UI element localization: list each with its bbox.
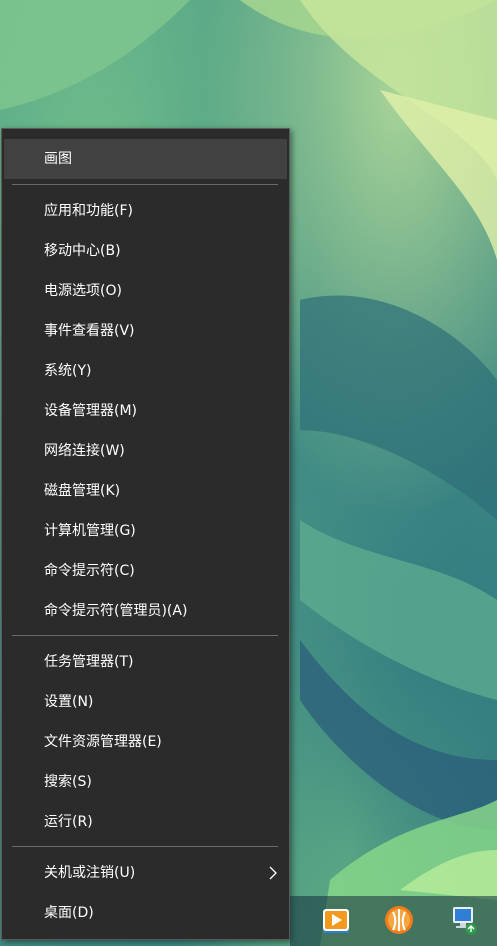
menu-item-desktop[interactable]: 桌面(D) [4, 893, 287, 933]
winx-context-menu: 画图 应用和功能(F) 移动中心(B) 电源选项(O) 事件查看器(V) 系统(… [1, 128, 290, 940]
menu-item-apps-features[interactable]: 应用和功能(F) [4, 191, 287, 231]
menu-separator [12, 846, 278, 847]
menu-item-mobility-center[interactable]: 移动中心(B) [4, 231, 287, 271]
network-computer-icon[interactable] [447, 904, 479, 936]
chevron-right-icon [269, 866, 277, 880]
media-player-icon[interactable] [320, 904, 352, 936]
menu-item-search[interactable]: 搜索(S) [4, 762, 287, 802]
menu-item-power-options[interactable]: 电源选项(O) [4, 271, 287, 311]
menu-item-command-prompt[interactable]: 命令提示符(C) [4, 551, 287, 591]
menu-item-network-connections[interactable]: 网络连接(W) [4, 431, 287, 471]
menu-item-system[interactable]: 系统(Y) [4, 351, 287, 391]
torrent-client-icon[interactable] [383, 904, 415, 936]
menu-item-shutdown-signout[interactable]: 关机或注销(U) [4, 853, 287, 893]
menu-item-task-manager[interactable]: 任务管理器(T) [4, 642, 287, 682]
menu-item-disk-management[interactable]: 磁盘管理(K) [4, 471, 287, 511]
menu-separator [12, 184, 278, 185]
taskbar [290, 896, 497, 946]
menu-separator [12, 635, 278, 636]
menu-item-command-prompt-admin[interactable]: 命令提示符(管理员)(A) [4, 591, 287, 631]
menu-item-label: 关机或注销(U) [44, 865, 136, 881]
menu-item-paint[interactable]: 画图 [4, 139, 287, 179]
menu-item-file-explorer[interactable]: 文件资源管理器(E) [4, 722, 287, 762]
menu-item-event-viewer[interactable]: 事件查看器(V) [4, 311, 287, 351]
menu-item-computer-management[interactable]: 计算机管理(G) [4, 511, 287, 551]
menu-item-run[interactable]: 运行(R) [4, 802, 287, 842]
menu-item-device-manager[interactable]: 设备管理器(M) [4, 391, 287, 431]
menu-item-settings[interactable]: 设置(N) [4, 682, 287, 722]
